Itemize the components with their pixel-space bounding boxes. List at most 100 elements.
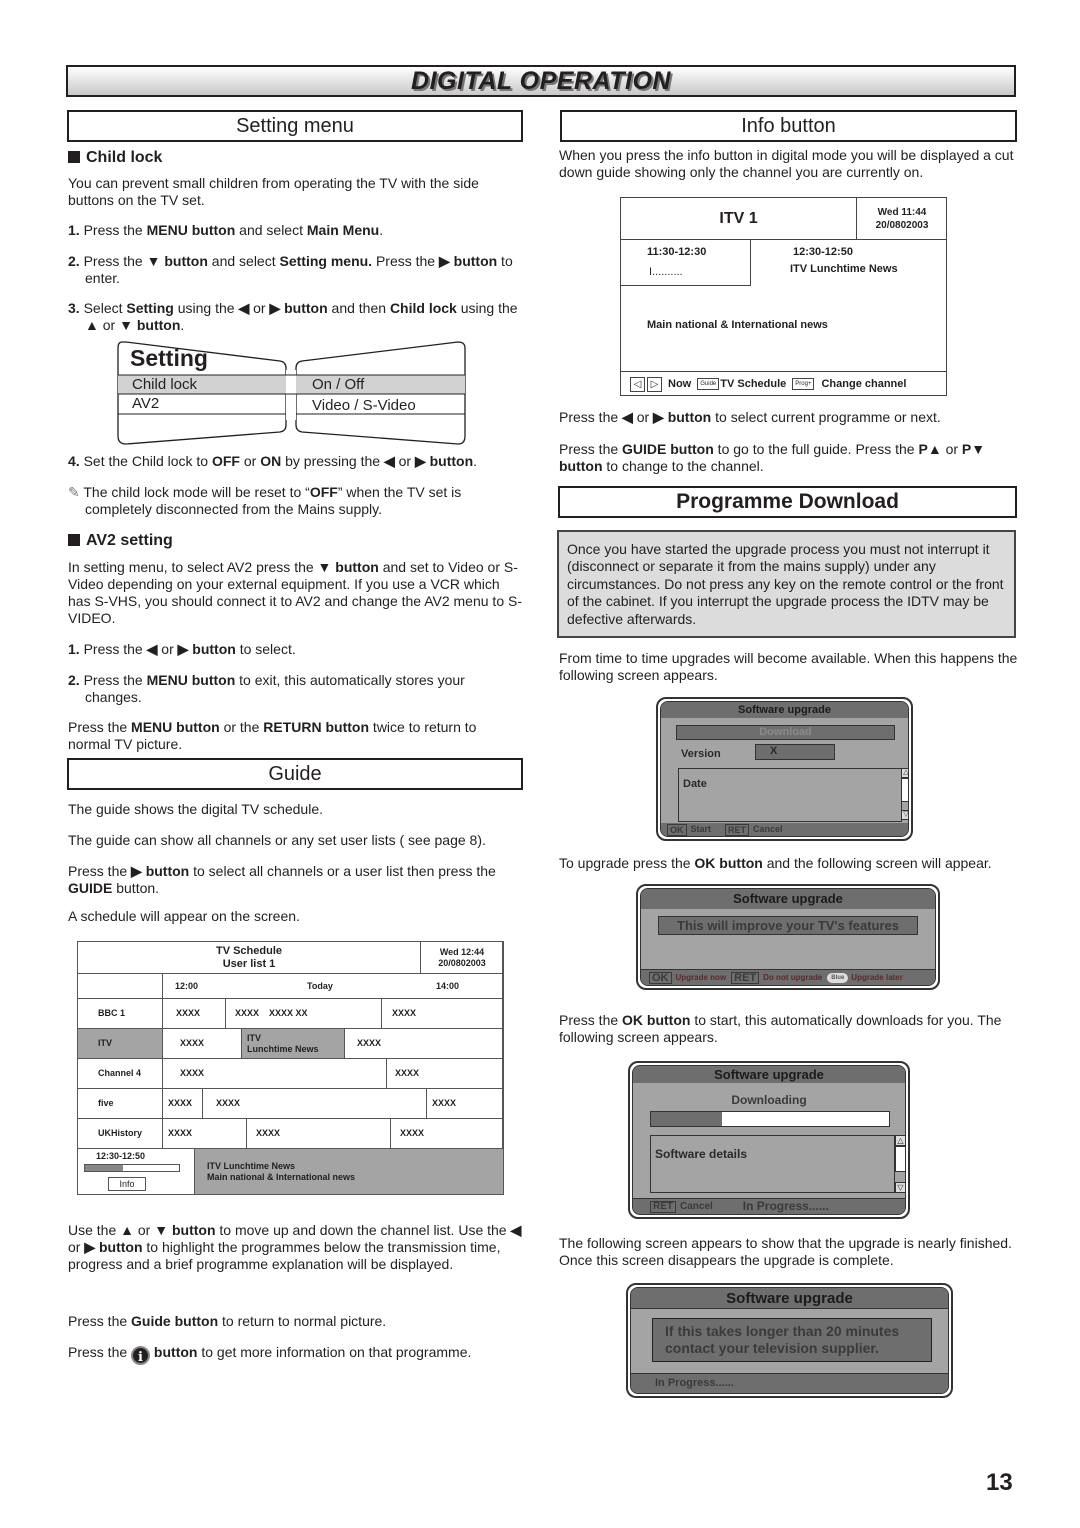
right-arrow-key-icon[interactable]: ▷ [647, 376, 662, 392]
programme-cell[interactable]: XXXX [246, 1118, 391, 1149]
child-lock-step: 4. Set the Child lock to OFF or ON by pr… [68, 453, 478, 469]
guide-paragraph: Press the ▶ button to select all channel… [68, 863, 496, 896]
programme-cell[interactable]: XXXX [344, 1028, 504, 1059]
blue-key-icon[interactable]: Blue [827, 972, 849, 983]
scroll-up-icon[interactable]: △ [895, 1135, 905, 1146]
info-icon: i [131, 1346, 151, 1365]
ok-key-icon[interactable]: OK [667, 823, 687, 836]
info-button-heading: Info button [560, 110, 1017, 142]
downloading-status: Downloading [731, 1093, 807, 1107]
scroll-down-icon[interactable]: ▽ [895, 1182, 905, 1193]
page-number: 13 [986, 1469, 1013, 1496]
screen-title: Software upgrade [641, 889, 935, 909]
now-time: 11:30-12:30 [647, 246, 707, 258]
schedule-datetime: Wed 12:44 20/0802003 [420, 941, 504, 974]
child-lock-step: 2. Press the ▼ button and select Setting… [68, 253, 513, 286]
screen-title: Software upgrade [631, 1288, 948, 1309]
next-title: ITV Lunchtime News [790, 263, 898, 275]
setting-menu-heading: Setting menu [67, 110, 523, 142]
schedule-date: 20/0802003 [438, 957, 486, 968]
software-upgrade-screen-2: Software upgrade This will improve your … [636, 884, 940, 990]
prog-key-icon[interactable]: Prog+ [792, 378, 815, 390]
guide-key-icon[interactable]: Guide [697, 378, 720, 390]
software-upgrade-screen-4: Software upgrade If this takes longer th… [626, 1283, 953, 1398]
left-arrow-key-icon[interactable]: ◁ [630, 376, 645, 392]
software-details-label: Software details [655, 1147, 748, 1161]
programme-cell[interactable]: XXXX XXXX XX [225, 998, 382, 1029]
tv-schedule-screen: TV Schedule User list 1 Wed 12:44 20/080… [77, 941, 504, 1195]
info-date: 20/0802003 [875, 220, 929, 231]
programme-detail-left: 12:30-12:50 Info [77, 1148, 195, 1195]
timeout-message: If this takes longer than 20 minutes con… [652, 1318, 932, 1362]
software-upgrade-screen-1: Software upgrade Download Version X Date… [656, 697, 913, 841]
setting-row-value[interactable]: Video / S-Video [312, 397, 416, 415]
av2-step: 2. Press the MENU button to exit, this a… [68, 672, 465, 705]
time-start: 12:00 [175, 980, 199, 991]
channel-row-label[interactable]: BBC 1 [77, 998, 163, 1029]
progress-bar-fill [85, 1165, 123, 1171]
setting-row-label[interactable]: Child lock [132, 376, 197, 394]
programme-cell[interactable]: XXXX [426, 1088, 504, 1119]
ret-label: Do not upgrade [763, 973, 823, 982]
upgrade-warning: Once you have started the upgrade proces… [557, 530, 1016, 638]
guide-paragraph: Press the i button to get more informati… [68, 1344, 472, 1365]
info-button[interactable]: Info [108, 1177, 146, 1191]
channel-row-label[interactable]: five [77, 1088, 163, 1119]
screen-footer: RET Cancel In Progress...... [633, 1198, 905, 1214]
av2-subheading: AV2 setting [68, 531, 173, 551]
scrollbar-thumb[interactable] [895, 1146, 905, 1172]
ok-key-icon[interactable]: OK [649, 971, 672, 984]
scrollbar[interactable]: △ ▽ [895, 1135, 905, 1193]
timeline-header: 12:00 Today 14:00 [162, 973, 504, 999]
child-lock-step: 1. Press the MENU button and select Main… [68, 222, 384, 238]
screen-title: Software upgrade [633, 1066, 905, 1083]
date-panel: Date [678, 768, 902, 822]
scroll-down-icon[interactable]: ▽ [901, 810, 908, 820]
channel-row-label[interactable]: ITV [77, 1028, 163, 1059]
message-line: contact your television supplier. [665, 1340, 879, 1356]
channel-row-label[interactable]: UKHistory [77, 1118, 163, 1149]
info-time: Wed 11:44 [877, 207, 927, 218]
progress-bar [84, 1164, 180, 1172]
setting-row-label[interactable]: AV2 [132, 395, 159, 413]
download-button[interactable]: Download [676, 725, 895, 740]
programme-cell[interactable]: XXXX [202, 1088, 427, 1119]
version-field[interactable]: X [755, 744, 835, 760]
info-paragraph: Press the GUIDE button to go to the full… [559, 441, 986, 474]
date-label: Date [683, 778, 707, 790]
programme-download-heading: Programme Download [558, 486, 1017, 518]
info-now-programme[interactable]: 11:30-12:30 I.......... [621, 240, 751, 286]
schedule-title: TV Schedule [215, 944, 283, 957]
in-progress-label: In Progress...... [655, 1377, 734, 1389]
guide-paragraph: Press the Guide button to return to norm… [68, 1313, 387, 1329]
download-paragraph: The following screen appears to show tha… [559, 1235, 1012, 1268]
ret-label: Cancel [680, 1201, 713, 1212]
programme-cell[interactable]: XXXX [381, 998, 504, 1029]
ret-key-icon[interactable]: RET [731, 971, 760, 984]
info-description: Main national & International news [647, 319, 828, 331]
scroll-up-icon[interactable]: △ [901, 768, 908, 778]
download-progress-bar [650, 1111, 890, 1127]
programme-cell[interactable]: XXXX [162, 1088, 203, 1119]
detail-time: 12:30-12:50 [96, 1151, 146, 1161]
footer-change-label: Change channel [821, 377, 907, 390]
programme-cell[interactable]: XXXX [162, 1058, 387, 1089]
programme-cell[interactable]: XXXX [390, 1118, 504, 1149]
square-bullet-icon [68, 534, 80, 546]
programme-cell[interactable]: XXXX [386, 1058, 504, 1089]
programme-cell-selected[interactable]: ITV Lunchtime News [241, 1028, 345, 1059]
scrollbar[interactable]: △ ▽ [901, 768, 908, 822]
programme-cell[interactable]: XXXX [162, 1028, 242, 1059]
programme-cell[interactable]: XXXX [162, 1118, 247, 1149]
setting-screen-title: Setting [130, 345, 208, 371]
ret-key-icon[interactable]: RET [725, 823, 750, 836]
setting-row-value[interactable]: On / Off [312, 376, 364, 394]
guide-paragraph: The guide shows the digital TV schedule. [68, 801, 324, 817]
download-paragraph: To upgrade press the OK button and the f… [559, 855, 992, 871]
ret-key-icon[interactable]: RET [650, 1200, 676, 1213]
now-title: I.......... [649, 266, 683, 278]
programme-cell[interactable]: XXXX [162, 998, 226, 1029]
channel-row-label[interactable]: Channel 4 [77, 1058, 163, 1089]
ok-label: Upgrade now [675, 973, 727, 982]
scrollbar-thumb[interactable] [901, 778, 908, 802]
